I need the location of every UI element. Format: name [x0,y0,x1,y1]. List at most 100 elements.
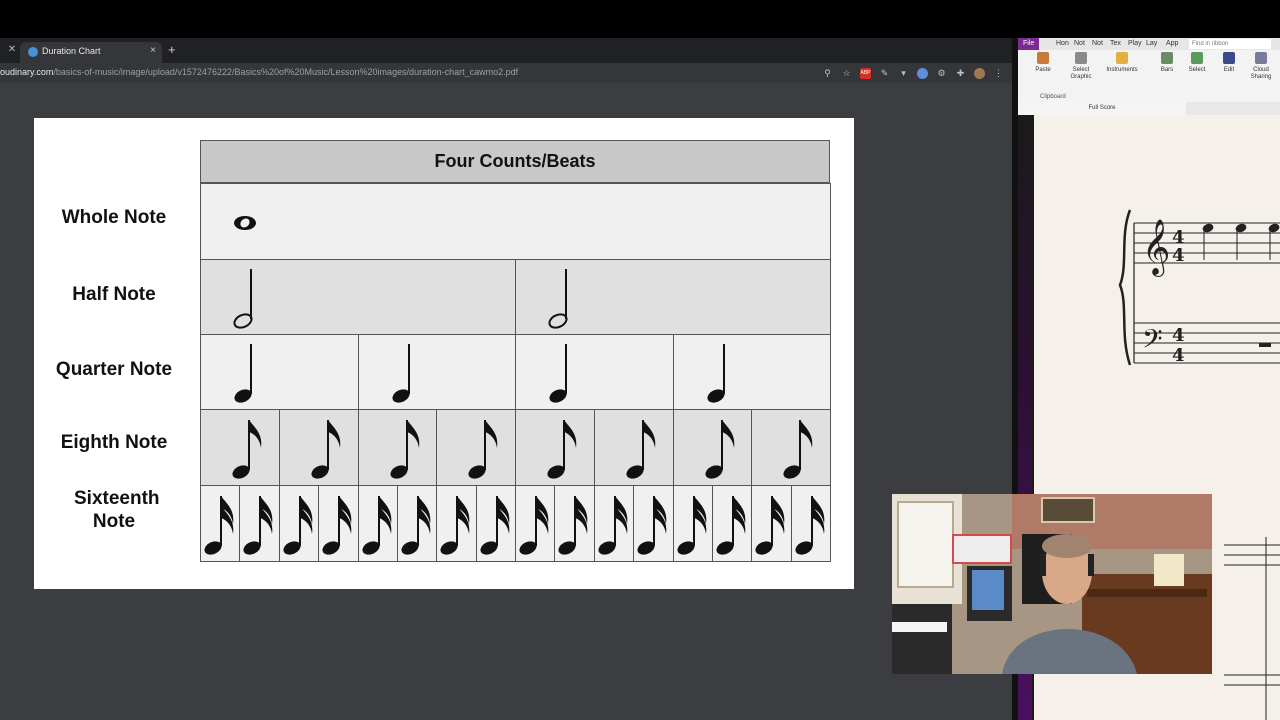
close-icon[interactable]: ✕ [6,44,18,56]
sixteenth-note-cell [751,485,792,562]
whole-note-cell [200,183,831,260]
sixteenth-note-cell [633,485,674,562]
sixteenth-note-glyph [598,496,628,555]
ribbon-group-button[interactable]: Cloud Sharing [1246,52,1276,81]
browser-window: ✕ Duration Chart × + oudinary.com/basics… [0,38,1012,720]
ribbon-group-label: Paste [1035,67,1051,73]
ribbon-group-button[interactable]: Select [1182,52,1212,74]
ribbon-group-button[interactable]: Bars [1152,52,1182,74]
sixteenth-note-icon [480,496,509,555]
ribbon-group-button[interactable]: Instruments [1100,52,1144,74]
eighth-note-icon [389,420,419,479]
eighth-note-icon [468,420,498,479]
sixteenth-note-cell [278,485,320,562]
sixteenth-note-glyph [204,496,234,555]
url-path: /basics-of-music/image/upload/v157247622… [53,67,519,77]
ribbon-group-label: Select [1188,67,1206,73]
eighth-note-cell [436,409,516,486]
ribbon-tab[interactable]: Tex [1110,40,1121,47]
sixteenth-note-cell [357,485,398,562]
sixteenth-note-icon [716,496,746,555]
puzzle-icon[interactable]: ✚ [955,68,966,79]
extension-icon[interactable]: ABP [860,67,871,79]
pdf-viewport[interactable]: Four Counts/Beats Whole Note Half Note Qua… [0,83,1012,720]
ribbon-group-label: Edit [1223,67,1235,73]
eighth-note-icon [626,420,656,479]
clipboard-label: Clipboard [1040,94,1066,100]
sixteenth-note-glyph [401,496,431,555]
find-in-ribbon-input[interactable]: Find in ribbon [1189,39,1271,49]
avatar[interactable] [974,67,985,79]
ribbon-group-label: Bars [1160,67,1174,73]
brace-icon [1118,209,1132,366]
pocket-icon[interactable]: ▾ [898,68,909,79]
eighth-note-glyph [626,420,656,479]
eighth-note-icon [311,420,341,479]
sixteenth-note-cell [475,485,516,562]
tab-full-score[interactable]: Full Score [1018,102,1186,115]
sixteenth-note-icon [283,496,313,555]
ribbon-tab[interactable]: Lay [1146,40,1157,47]
ribbon-tab[interactable]: Not [1074,40,1085,47]
eighth-note-glyph [547,420,577,479]
settings-icon[interactable]: ⚙ [936,68,947,79]
whole-note-icon [234,216,256,230]
ribbon-tab[interactable]: App [1166,40,1178,47]
zoom-icon[interactable]: ⚲ [822,68,833,79]
ribbon-icon [1075,52,1087,64]
sixteenth-note-icon [676,496,706,555]
quarter-note-cell [515,334,674,410]
next-system-staff [1224,544,1280,686]
ribbon-tab[interactable]: File [1018,38,1040,50]
half-note-cell [515,259,831,335]
sixteenth-note-glyph [637,496,667,555]
sixteenth-note-icon [598,496,628,555]
tab-close-button[interactable]: × [150,45,156,56]
quarter-note-glyph [549,344,567,403]
ribbon-icon [1161,52,1173,64]
sixteenth-note-glyph [716,496,746,555]
eighth-note-cell [200,409,280,486]
eighth-note-cell [278,409,359,486]
ribbon-icon [1116,52,1128,64]
star-icon[interactable]: ☆ [841,68,852,79]
half-note-cell [200,259,516,335]
ribbon-tab[interactable]: Not [1092,40,1103,47]
time-signature-bottom: 4 [1172,345,1185,366]
row-label-eighth: Eighth Note [60,432,168,453]
sixteenth-note-cell [396,485,438,562]
ribbon-group-button[interactable]: Select Graphic [1066,52,1096,81]
ribbon-icon [1255,52,1267,64]
quarter-note-glyph [234,344,252,403]
row-label-half: Half Note [72,284,156,305]
url-text[interactable]: oudinary.com/basics-of-music/image/uploa… [0,67,518,77]
favicon-icon [28,47,38,57]
extension-icon[interactable] [917,67,928,79]
score-notes [1202,223,1280,260]
menu-icon[interactable]: ⋮ [993,68,1004,79]
ribbon-group-label: Select Graphic [1070,67,1092,80]
tab-duration-chart[interactable]: Duration Chart × [20,42,162,63]
ribbon-group-button[interactable]: Paste [1028,52,1058,74]
webcam-overlay [892,494,1212,674]
address-bar[interactable]: oudinary.com/basics-of-music/image/uploa… [0,63,1012,83]
pen-icon[interactable]: ✎ [879,68,890,79]
toolbar-icons: ⚲ ☆ ABP ✎ ▾ ⚙ ✚ ⋮ [822,66,1004,80]
whole-rest-icon [1259,343,1271,347]
ribbon-group-label: Cloud Sharing [1250,67,1272,80]
quarter-note-cell [672,334,831,410]
bass-clef-icon: 𝄢 [1142,323,1163,361]
sixteenth-note-glyph [558,496,588,555]
row-label-sixteenth: Sixteenth Note [74,488,160,532]
eighth-note-icon [547,420,577,479]
half-note-icon [548,269,568,329]
sixteenth-note-glyph [795,496,824,555]
ribbon-tab[interactable]: Hon [1056,40,1069,47]
new-tab-button[interactable]: + [168,43,176,57]
time-signature-top: 4 [1172,325,1185,346]
sixteenth-note-icon [755,496,785,555]
ribbon-group-button[interactable]: Edit [1214,52,1244,74]
treble-clef-icon: 𝄞 [1142,219,1170,277]
eighth-note-glyph [232,420,262,479]
ribbon-tab[interactable]: Play [1128,40,1142,47]
